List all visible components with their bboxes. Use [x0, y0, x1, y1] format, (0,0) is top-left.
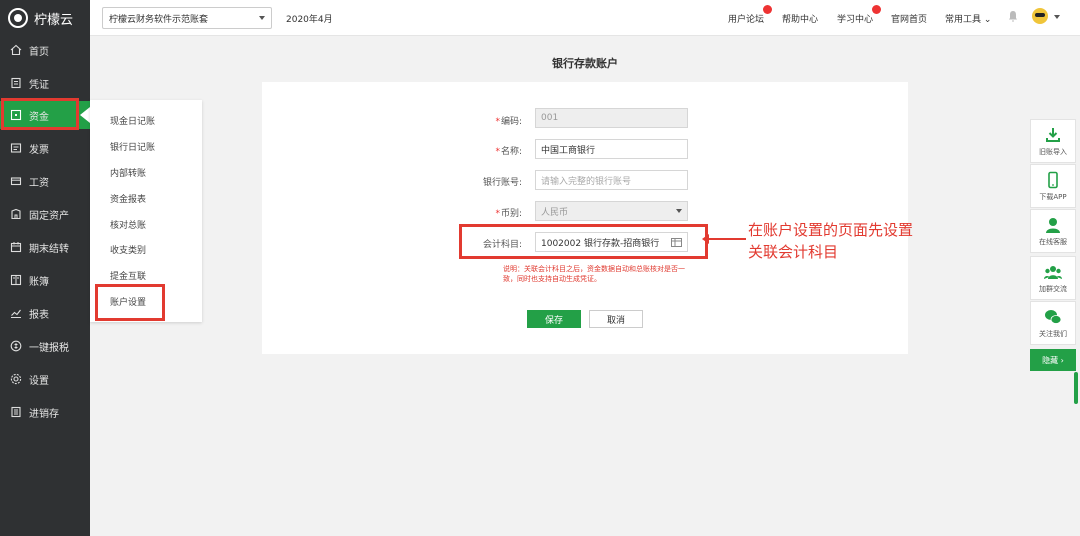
learn-label: 学习中心	[837, 15, 874, 25]
avatar[interactable]	[1032, 8, 1048, 24]
sidebar-item-salary[interactable]: 工资	[0, 167, 90, 195]
rail-label: 在线客服	[1039, 237, 1067, 246]
sidebar-item-label: 进销存	[29, 408, 59, 420]
chevron-down-icon	[676, 209, 682, 213]
highlight-subject-box	[459, 224, 708, 259]
brand-name: 柠檬云	[34, 12, 74, 28]
sidebar-item-label: 一键报税	[29, 342, 69, 354]
tax-icon	[10, 340, 22, 352]
chevron-down-icon[interactable]	[1054, 15, 1060, 19]
page-title: 银行存款账户	[552, 57, 618, 70]
highlight-account-settings-box	[95, 284, 165, 321]
forum-label: 用户论坛	[728, 15, 765, 25]
homepage-link[interactable]: 官网首页	[891, 12, 927, 25]
sidebar-item-label: 工资	[29, 177, 49, 189]
sidebar-item-tax[interactable]: 一键报税	[0, 332, 90, 360]
sidebar-item-inventory[interactable]: 进销存	[0, 398, 90, 426]
tools-menu[interactable]: 常用工具 ⌄	[945, 12, 991, 25]
account-set-select[interactable]: 柠檬云财务软件示范账套	[102, 7, 272, 29]
chevron-down-icon	[259, 16, 265, 20]
sidebar-item-period-end[interactable]: 期末结转	[0, 233, 90, 261]
chevron-down-icon: ⌄	[983, 15, 992, 25]
group-icon	[1044, 265, 1062, 279]
name-label: *名称:	[495, 147, 522, 157]
sidebar-item-reports[interactable]: 报表	[0, 299, 90, 327]
submenu-item-bank-journal[interactable]: 银行日记账	[110, 140, 155, 153]
import-icon	[1046, 127, 1060, 142]
submenu-item-reconcile[interactable]: 核对总账	[110, 218, 146, 231]
code-input: 001	[535, 108, 688, 128]
book-icon	[10, 274, 22, 286]
learn-link[interactable]: 学习中心	[837, 5, 882, 25]
phone-icon	[1048, 171, 1058, 188]
sidebar-item-settings[interactable]: 设置	[0, 365, 90, 393]
asset-icon	[10, 208, 22, 220]
submenu-item-bank-link[interactable]: 提金互联	[110, 269, 146, 282]
sidebar-item-label: 凭证	[29, 79, 49, 91]
inventory-icon	[10, 406, 22, 418]
help-link[interactable]: 帮助中心	[782, 12, 818, 25]
rail-download-app[interactable]: 下载APP	[1030, 164, 1076, 208]
sidebar-item-invoice[interactable]: 发票	[0, 134, 90, 162]
forum-link[interactable]: 用户论坛	[728, 5, 773, 25]
rail-label: 关注我们	[1039, 329, 1067, 338]
sidebar-item-label: 发票	[29, 144, 49, 156]
account-set-value: 柠檬云财务软件示范账套	[109, 14, 209, 25]
sidebar-item-label: 设置	[29, 375, 49, 387]
submenu-pointer	[80, 107, 90, 123]
lemon-logo-icon	[8, 8, 28, 28]
rail-follow-us[interactable]: 关注我们	[1030, 301, 1076, 345]
hot-badge-icon	[872, 5, 882, 14]
scrollbar-thumb[interactable]	[1074, 372, 1078, 404]
sidebar-item-label: 报表	[29, 309, 49, 321]
submenu-item-categories[interactable]: 收支类别	[110, 243, 146, 256]
voucher-icon	[10, 77, 22, 89]
currency-label: *币别:	[495, 209, 522, 219]
rail-label: 下载APP	[1039, 192, 1067, 201]
submenu-item-cash-journal[interactable]: 现金日记账	[110, 114, 155, 127]
brand-logo[interactable]: 柠檬云	[0, 0, 90, 36]
annotation-text: 在账户设置的页面先设置关联会计科目	[748, 221, 914, 261]
top-bar: 柠檬云财务软件示范账套 2020年4月 用户论坛 帮助中心 学习中心 官网首页 …	[90, 0, 1080, 36]
bank-account-input[interactable]: 请输入完整的银行账号	[535, 170, 688, 190]
sidebar-item-ledger[interactable]: 账簿	[0, 266, 90, 294]
rail-online-service[interactable]: 在线客服	[1030, 209, 1076, 253]
sidebar-item-label: 固定资产	[29, 210, 69, 222]
highlight-funds-box	[1, 98, 79, 130]
bank-account-label: 银行账号:	[482, 178, 522, 188]
wechat-icon	[1045, 309, 1062, 324]
subject-hint: 说明：关联会计科目之后，资金数据自动和总账核对是否一致，同时也支持自动生成凭证。	[503, 265, 685, 283]
rail-hide-button[interactable]: 隐藏 ›	[1030, 349, 1076, 371]
sidebar-item-voucher[interactable]: 凭证	[0, 69, 90, 97]
calendar-icon	[10, 241, 22, 253]
code-label: *编码:	[495, 117, 522, 127]
sidebar-item-fixed-assets[interactable]: 固定资产	[0, 200, 90, 228]
service-icon	[1046, 217, 1060, 233]
hot-badge-icon	[763, 5, 773, 14]
submenu-item-internal-transfer[interactable]: 内部转账	[110, 166, 146, 179]
rail-join-group[interactable]: 加群交流	[1030, 256, 1076, 300]
annotation-arrow	[702, 234, 746, 244]
salary-icon	[10, 175, 22, 187]
rail-import[interactable]: 旧账导入	[1030, 119, 1076, 163]
rail-label: 旧账导入	[1039, 147, 1067, 156]
chart-icon	[10, 307, 22, 319]
gear-icon	[10, 373, 22, 385]
sidebar-item-label: 期末结转	[29, 243, 69, 255]
submenu-item-fund-report[interactable]: 资金报表	[110, 192, 146, 205]
tools-label: 常用工具	[945, 15, 982, 25]
rail-label: 加群交流	[1039, 284, 1067, 293]
name-input[interactable]: 中国工商银行	[535, 139, 688, 159]
currency-select[interactable]: 人民币	[535, 201, 688, 221]
invoice-icon	[10, 142, 22, 154]
sidebar-item-label: 账簿	[29, 276, 49, 288]
save-button[interactable]: 保存	[527, 310, 581, 328]
accounting-period[interactable]: 2020年4月	[286, 12, 333, 25]
cancel-button[interactable]: 取消	[589, 310, 643, 328]
bell-icon[interactable]	[1008, 10, 1018, 23]
